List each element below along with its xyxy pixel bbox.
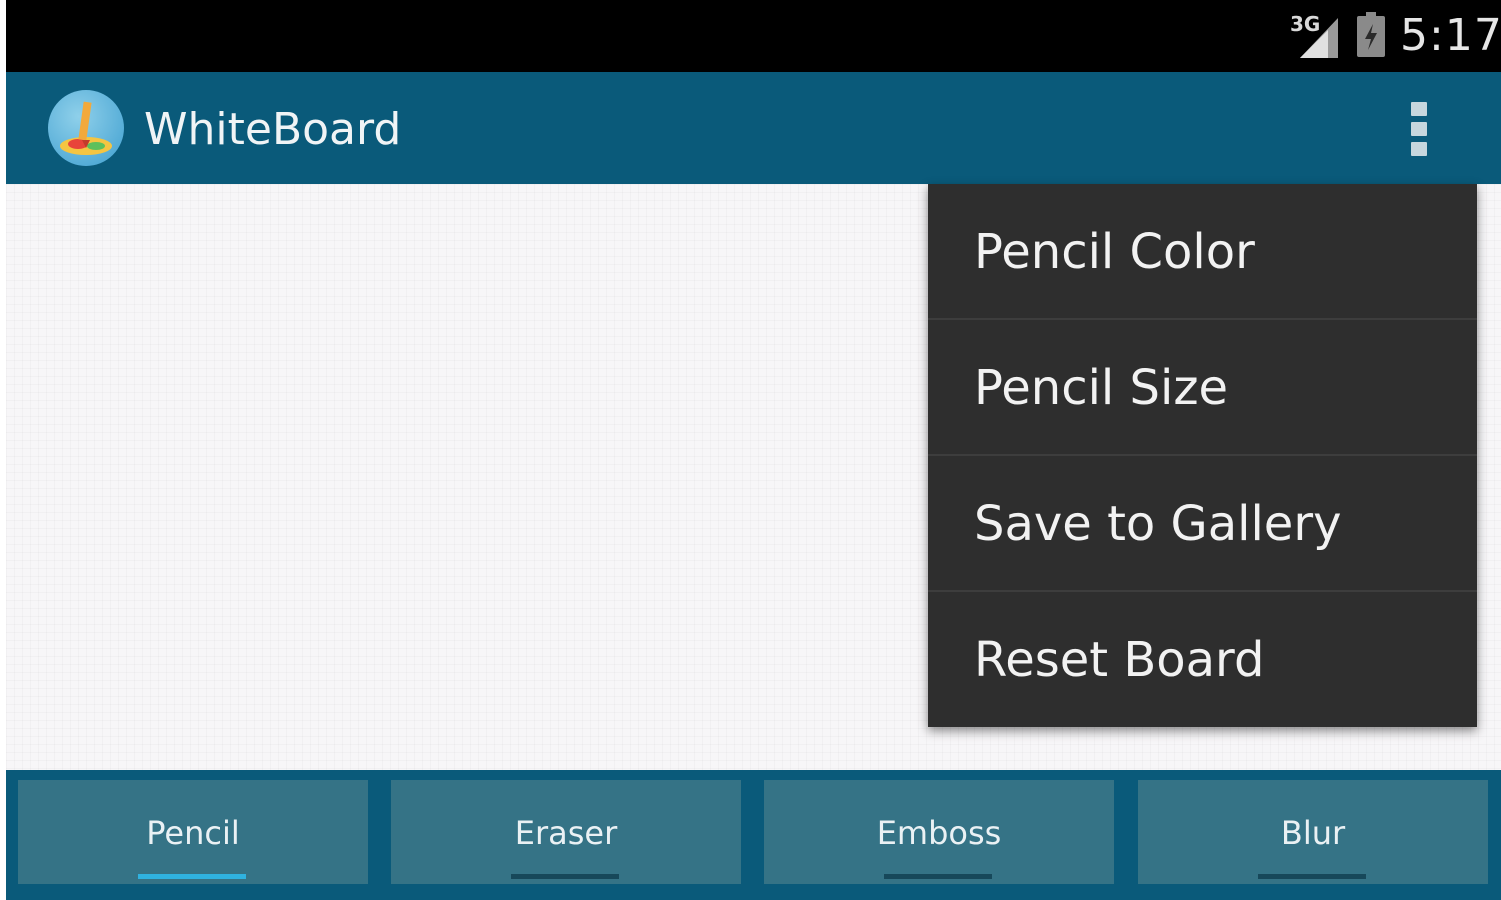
eraser-button-label: Eraser <box>514 814 618 852</box>
overflow-menu-button[interactable] <box>1402 96 1438 162</box>
tool-bar: Pencil Eraser Emboss Blur <box>6 770 1501 900</box>
app-title: WhiteBoard <box>144 104 402 155</box>
pencil-button[interactable]: Pencil <box>18 780 368 884</box>
menu-item-label: Pencil Color <box>974 224 1255 280</box>
overflow-menu: Pencil Color Pencil Size Save to Gallery… <box>928 184 1477 727</box>
palette-icon <box>60 101 112 155</box>
more-vert-icon <box>1411 102 1427 116</box>
battery-icon <box>1357 12 1385 57</box>
menu-item-reset-board[interactable]: Reset Board <box>928 592 1477 728</box>
button-indicator <box>1258 874 1366 879</box>
app-screen: 3G 5:17 WhiteBoard Pencil Color Pencil S… <box>6 0 1501 900</box>
menu-item-label: Reset Board <box>974 632 1265 688</box>
menu-item-pencil-size[interactable]: Pencil Size <box>928 320 1477 456</box>
more-vert-icon <box>1411 122 1427 136</box>
signal-icon <box>1300 18 1338 58</box>
button-indicator <box>511 874 619 879</box>
button-indicator <box>884 874 992 879</box>
emboss-button[interactable]: Emboss <box>764 780 1114 884</box>
whiteboard-app-icon[interactable] <box>48 90 124 166</box>
menu-item-pencil-color[interactable]: Pencil Color <box>928 184 1477 320</box>
menu-item-save-to-gallery[interactable]: Save to Gallery <box>928 456 1477 592</box>
menu-item-label: Pencil Size <box>974 360 1229 416</box>
menu-item-label: Save to Gallery <box>974 496 1342 552</box>
status-bar: 3G 5:17 <box>6 0 1501 72</box>
action-bar: WhiteBoard <box>6 72 1501 184</box>
blur-button-label: Blur <box>1280 814 1346 852</box>
selected-indicator <box>138 874 246 879</box>
pencil-button-label: Pencil <box>146 814 240 852</box>
blur-button[interactable]: Blur <box>1138 780 1488 884</box>
clock: 5:17 <box>1400 10 1501 61</box>
more-vert-icon <box>1411 142 1427 156</box>
eraser-button[interactable]: Eraser <box>391 780 741 884</box>
emboss-button-label: Emboss <box>876 814 1002 852</box>
